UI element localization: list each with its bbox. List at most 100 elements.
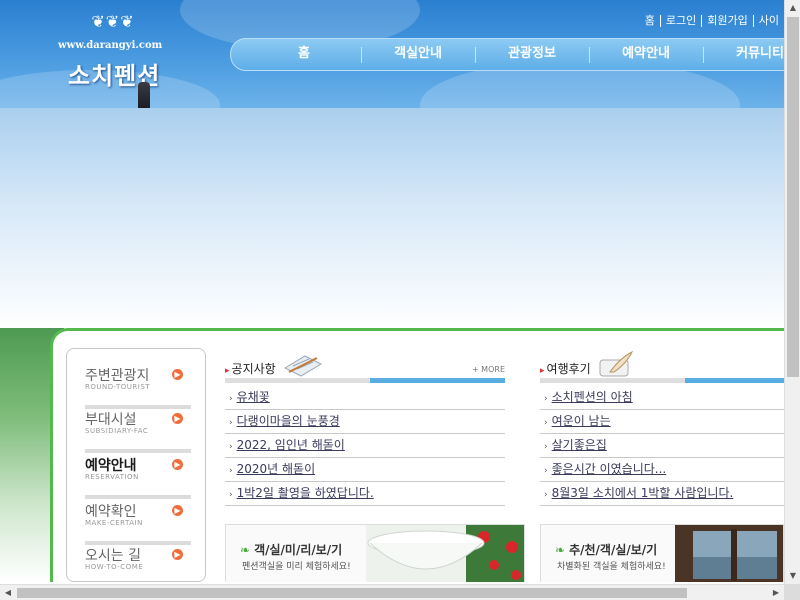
notice-divider-highlight (370, 378, 505, 383)
left-menu-label: 부대시설 (85, 412, 137, 428)
arrow-right-icon: ▶ (172, 369, 183, 380)
left-menu-label: 예약안내 (85, 458, 137, 474)
promo-rooms-preview[interactable]: ❧ 객/실/미/리/보/기 펜션객실을 미리 체험하세요! (225, 524, 525, 582)
list-item[interactable]: › 유채꽃 (225, 386, 505, 410)
top-link-signup[interactable]: 회원가입 (702, 15, 754, 27)
left-menu-directions[interactable]: 오시는 길 HOW-TO-COME ▶ (85, 545, 191, 582)
promo-title-text: 객/실/미/리/보/기 (254, 543, 343, 557)
arrow-right-icon: ▶ (172, 505, 183, 516)
bullet-icon: › (229, 418, 233, 428)
review-link[interactable]: 좋은시간 이였습니다... (552, 462, 667, 476)
promo-title: ❧ 객/실/미/리/보/기 (240, 541, 342, 558)
review-list: › 소치펜션의 아침 › 여운이 남는 › 살기좋은집 › 좋은시간 이였습니다... … (540, 386, 784, 506)
nav-item-tour[interactable]: 관광정보 (475, 39, 589, 70)
promo-recommended-rooms[interactable]: ❧ 추/천/객/실/보/기 차별화된 객실을 체험하세요! (540, 524, 784, 582)
notice-divider (225, 378, 505, 383)
bullet-icon: › (544, 418, 548, 428)
site-header: ❦❦❦ www.darangyi.com 소치펜션 홈 로그인 회원가입 사이 홈 객… (0, 0, 784, 108)
notice-link[interactable]: 2020년 해돋이 (237, 462, 316, 476)
bullet-icon: › (229, 394, 233, 404)
review-link[interactable]: 여운이 남는 (552, 414, 611, 428)
list-item[interactable]: › 좋은시간 이였습니다... (540, 458, 784, 482)
hero-sky (0, 108, 784, 330)
vertical-scrollbar[interactable]: ▲ ▼ (784, 0, 800, 584)
list-item[interactable]: › 2020년 해돋이 (225, 458, 505, 482)
horizontal-scrollbar[interactable]: ◀ ▶ (0, 584, 784, 600)
arrow-right-icon: ▶ (172, 459, 183, 470)
notice-link[interactable]: 유채꽃 (237, 390, 270, 404)
leaf-icon: ❧ (555, 543, 566, 557)
list-item[interactable]: › 다랭이마을의 눈풍경 (225, 410, 505, 434)
list-item[interactable]: › 1박2일 촬영을 하였답니다. (225, 482, 505, 506)
top-link-login[interactable]: 로그인 (661, 15, 703, 27)
list-item[interactable]: › 여운이 남는 (540, 410, 784, 434)
vertical-scroll-thumb[interactable] (787, 17, 799, 377)
scrollbar-corner (784, 584, 800, 600)
left-menu-facilities[interactable]: 부대시설 SUBSIDIARY-FAC ▶ (85, 409, 191, 453)
left-menu-confirm[interactable]: 예약확인 MAKE-CERTAIN ▶ (85, 501, 191, 545)
left-menu: 주변관광지 ROUND-TOURIST ▶ 부대시설 SUBSIDIARY-FA… (66, 348, 206, 582)
scroll-left-icon[interactable]: ◀ (0, 585, 16, 600)
review-divider (540, 378, 784, 383)
scroll-up-icon[interactable]: ▲ (785, 0, 800, 16)
left-menu-tourist[interactable]: 주변관광지 ROUND-TOURIST ▶ (85, 365, 191, 409)
bullet-icon: › (544, 442, 548, 452)
bullet-icon: ▸ (225, 366, 230, 376)
left-menu-label: 오시는 길 (85, 548, 141, 564)
notepad-icon (283, 355, 323, 377)
promo-title: ❧ 추/천/객/실/보/기 (555, 541, 657, 558)
site-logo[interactable]: ❦❦❦ www.darangyi.com 소치펜션 (58, 8, 168, 108)
notice-list: › 유채꽃 › 다랭이마을의 눈풍경 › 2022, 임인년 해돋이 › 2020년 해… (225, 386, 505, 506)
left-menu-reservation[interactable]: 예약안내 RESERVATION ▶ (85, 455, 191, 499)
nav-item-rooms[interactable]: 객실안내 (361, 39, 475, 70)
left-menu-sublabel: HOW-TO-COME (85, 563, 144, 571)
top-links: 홈 로그인 회원가입 사이 (640, 14, 784, 28)
ornament-icon: ❦❦❦ (91, 12, 135, 31)
arrow-right-icon: ▶ (172, 549, 183, 560)
leaf-icon: ❧ (240, 543, 251, 557)
review-divider-highlight (685, 378, 784, 383)
quill-icon (599, 350, 634, 377)
left-menu-sublabel: RESERVATION (85, 473, 139, 481)
left-menu-sublabel: ROUND-TOURIST (85, 383, 151, 391)
bathtub-image (366, 525, 524, 582)
top-link-home[interactable]: 홈 (640, 15, 661, 27)
list-item[interactable]: › 2022, 임인년 해돋이 (225, 434, 505, 458)
window-view-image (675, 525, 783, 582)
notice-link[interactable]: 2022, 임인년 해돋이 (237, 438, 345, 452)
review-link[interactable]: 살기좋은집 (552, 438, 607, 452)
notice-link[interactable]: 1박2일 촬영을 하였답니다. (237, 486, 374, 500)
nav-item-community[interactable]: 커뮤니티 (703, 39, 784, 70)
list-item[interactable]: › 살기좋은집 (540, 434, 784, 458)
bullet-icon: › (544, 490, 548, 500)
review-link[interactable]: 8월3일 소치에서 1박할 사람입니다. (552, 486, 734, 500)
bullet-icon: › (229, 466, 233, 476)
main-nav: 홈 객실안내 관광정보 예약안내 커뮤니티 (230, 38, 784, 71)
promo-subtitle: 펜션객실을 미리 체험하세요! (242, 562, 351, 572)
bullet-icon: › (229, 442, 233, 452)
top-link-sitemap[interactable]: 사이 (754, 15, 784, 27)
nav-item-home[interactable]: 홈 (247, 39, 361, 70)
nav-item-reservation[interactable]: 예약안내 (589, 39, 703, 70)
bullet-icon: ▸ (540, 366, 545, 376)
promo-title-text: 추/천/객/실/보/기 (569, 543, 658, 557)
scroll-right-icon[interactable]: ▶ (768, 585, 784, 600)
list-item[interactable]: › 8월3일 소치에서 1박할 사람입니다. (540, 482, 784, 506)
notice-title: ▸ 공지사항 (225, 360, 276, 377)
review-link[interactable]: 소치펜션의 아침 (552, 390, 633, 404)
list-item[interactable]: › 소치펜션의 아침 (540, 386, 784, 410)
review-title: ▸ 여행후기 (540, 360, 591, 377)
bullet-icon: › (544, 394, 548, 404)
lamp-icon (138, 82, 150, 108)
horizontal-scroll-thumb[interactable] (17, 588, 687, 598)
notice-link[interactable]: 다랭이마을의 눈풍경 (237, 414, 340, 428)
main-content: 주변관광지 ROUND-TOURIST ▶ 부대시설 SUBSIDIARY-FA… (0, 328, 784, 582)
bullet-icon: › (544, 466, 548, 476)
scroll-down-icon[interactable]: ▼ (785, 568, 800, 584)
bullet-icon: › (229, 490, 233, 500)
promo-subtitle: 차별화된 객실을 체험하세요! (557, 562, 666, 572)
review-title-text: 여행후기 (546, 362, 591, 376)
arrow-right-icon: ▶ (172, 413, 183, 424)
logo-url: www.darangyi.com (58, 40, 163, 51)
notice-more-link[interactable]: + MORE (472, 365, 505, 374)
